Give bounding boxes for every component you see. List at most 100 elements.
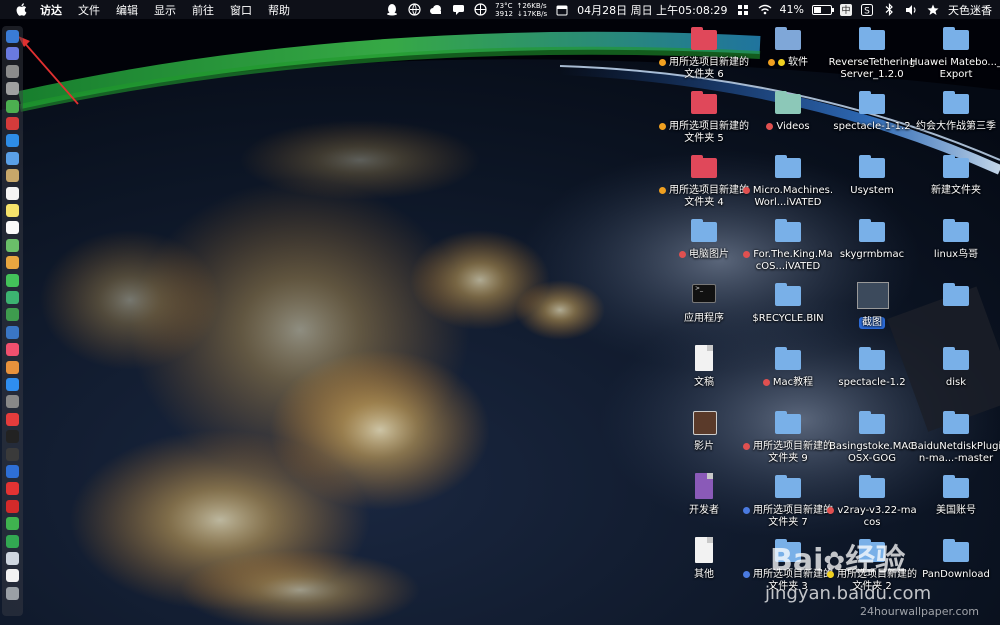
- desktop-item-5[interactable]: 用所选项目新建的文件夹 5: [658, 88, 750, 145]
- desktop-item-huawei-matebo-export[interactable]: Huawei Matebo..._Export: [910, 24, 1000, 81]
- desktop-item-name: 软件: [788, 57, 808, 68]
- dock-numbers-icon[interactable]: [6, 308, 19, 322]
- cpu-monitor[interactable]: 73°C ↑26KB/s 3912 ↓17KB/s: [495, 2, 547, 18]
- desktop-item-item-18[interactable]: 截图: [826, 280, 918, 329]
- dock-red-app-icon[interactable]: [6, 117, 19, 130]
- dock-messages-icon[interactable]: [6, 273, 19, 287]
- dock-app-store-icon[interactable]: [6, 378, 19, 391]
- menu-file[interactable]: 文件: [78, 2, 100, 18]
- desktop-item-name: disk: [945, 377, 967, 388]
- desktop-item-item-24[interactable]: 影片: [658, 408, 750, 453]
- dock-facetime-icon[interactable]: [6, 291, 19, 304]
- qq-icon[interactable]: [385, 3, 399, 17]
- calendar-icon[interactable]: [555, 3, 569, 17]
- desktop-item-disk[interactable]: disk: [910, 344, 1000, 389]
- bluetooth-icon[interactable]: [882, 3, 896, 17]
- apple-icon[interactable]: [14, 3, 28, 17]
- desktop-item-spectacle-1-1-2[interactable]: spectacle-1-1.2: [826, 88, 918, 133]
- desktop-item-baidunetdiskplugin-ma-master[interactable]: BaiduNetdiskPlugin-ma...-master: [910, 408, 1000, 465]
- dock-finder-icon[interactable]: [6, 30, 19, 43]
- user-name[interactable]: 天色迷香: [948, 2, 992, 18]
- desktop-item-spectacle-1-2[interactable]: spectacle-1.2: [826, 344, 918, 389]
- chat-icon[interactable]: [451, 3, 465, 17]
- s-icon[interactable]: S: [860, 3, 874, 17]
- desktop-item-pandownload[interactable]: PanDownload: [910, 536, 1000, 581]
- desktop-item-v2ray-v3-22-macos[interactable]: v2ray-v3.22-macos: [826, 472, 918, 529]
- desktop-item-for-the-king-macos-ivated[interactable]: For.The.King.MacOS...iVATED: [742, 216, 834, 273]
- dock-stamp-icon[interactable]: [6, 169, 19, 183]
- dock-document-icon[interactable]: [6, 569, 19, 583]
- desktop-item-6[interactable]: 用所选项目新建的文件夹 6: [658, 24, 750, 81]
- menu-edit[interactable]: 编辑: [116, 2, 138, 18]
- paw-icon: ✿: [823, 547, 846, 577]
- desktop-item-usystem[interactable]: Usystem: [826, 152, 918, 197]
- desktop-item-micro-machines-worl-ivated[interactable]: Micro.Machines.Worl...iVATED: [742, 152, 834, 209]
- desktop-item-folder[interactable]: [910, 280, 1000, 313]
- dock-launchpad-icon[interactable]: [6, 64, 19, 78]
- dock-yandex-icon[interactable]: [6, 482, 19, 496]
- battery-percent: 41%: [779, 3, 804, 16]
- dock-mail-icon[interactable]: [6, 151, 19, 165]
- desktop-item-linux[interactable]: linux鸟哥: [910, 216, 1000, 261]
- cloud-icon[interactable]: [429, 3, 443, 17]
- grid-icon[interactable]: [736, 3, 750, 17]
- dock-siri-icon[interactable]: [6, 47, 19, 61]
- dock-airdrop-icon[interactable]: [6, 552, 19, 565]
- desktop-item-videos[interactable]: Videos: [742, 88, 834, 133]
- dock-keynote-icon[interactable]: [6, 325, 19, 339]
- dock-trash-icon[interactable]: [6, 586, 19, 600]
- dock-notes-icon[interactable]: [6, 204, 19, 217]
- dock-wechat-icon[interactable]: [6, 517, 19, 531]
- color-tag: [659, 58, 666, 66]
- dock-books-icon[interactable]: [6, 360, 19, 374]
- volume-icon[interactable]: [904, 3, 918, 17]
- dock-activity-icon[interactable]: [6, 447, 19, 461]
- dock-vpn-icon[interactable]: [6, 465, 19, 478]
- desktop-item-item-20[interactable]: 文稿: [658, 344, 750, 389]
- dock-music-icon[interactable]: [6, 343, 19, 357]
- desktop-item-mac[interactable]: Mac教程: [742, 344, 834, 389]
- menu-finder[interactable]: 访达: [40, 2, 62, 18]
- desktop-item-basingstoke-macosx-gog[interactable]: Basingstoke.MACOSX-GOG: [826, 408, 918, 465]
- dock-reminders-icon[interactable]: [6, 221, 19, 235]
- input-method[interactable]: 中: [840, 3, 852, 16]
- menu-view[interactable]: 显示: [154, 2, 176, 18]
- dock-photos-icon[interactable]: [6, 256, 19, 270]
- desktop-item-item-7[interactable]: 约会大作战第三季: [910, 88, 1000, 133]
- desktop-item-reversetetheringserver-1-2-0[interactable]: ReverseTetheringServer_1.2.0: [826, 24, 918, 81]
- dock-netease-icon[interactable]: [6, 499, 19, 513]
- desktop-item-name: Videos: [776, 121, 810, 132]
- dock-rocket-icon[interactable]: [6, 82, 19, 96]
- dock-safari-icon[interactable]: [6, 134, 19, 148]
- battery-icon[interactable]: [812, 4, 834, 15]
- desktop-item-item-31[interactable]: 美国账号: [910, 472, 1000, 517]
- dock-preferences-icon[interactable]: [6, 395, 19, 409]
- dock-calendar-icon[interactable]: [6, 186, 19, 200]
- clock[interactable]: 04月28日 周日 上午05:08:29: [577, 2, 727, 18]
- desktop-item-item-12[interactable]: 电脑图片: [658, 216, 750, 261]
- desktop-item-recycle-bin[interactable]: $RECYCLE.BIN: [742, 280, 834, 325]
- desktop-item-item-28[interactable]: 开发者: [658, 472, 750, 517]
- dock-terminal-icon[interactable]: [6, 430, 19, 444]
- desktop-item-7[interactable]: 用所选项目新建的文件夹 7: [742, 472, 834, 529]
- menu-go[interactable]: 前往: [192, 2, 214, 18]
- dock-android-icon[interactable]: [6, 99, 19, 113]
- desktop-item-item-11[interactable]: 新建文件夹: [910, 152, 1000, 197]
- desktop-item-item-16[interactable]: >_ 应用程序: [658, 280, 750, 325]
- wifi-icon[interactable]: [758, 3, 772, 17]
- star-icon[interactable]: [926, 3, 940, 17]
- network-icon[interactable]: [473, 3, 487, 17]
- desktop-item-skygrmbmac[interactable]: skygrmbmac: [826, 216, 918, 261]
- desktop-item-9[interactable]: 用所选项目新建的文件夹 9: [742, 408, 834, 465]
- dock-green-app-icon[interactable]: [6, 534, 19, 548]
- desktop-item-name: v2ray-v3.22-macos: [837, 505, 917, 528]
- desktop-item-item-32[interactable]: 其他: [658, 536, 750, 581]
- desktop-item-item-1[interactable]: 软件: [742, 24, 834, 69]
- desktop-item-name: 美国账号: [936, 505, 976, 516]
- dock-vivaldi-icon[interactable]: [6, 412, 19, 426]
- dock-maps-icon[interactable]: [6, 238, 19, 252]
- desktop-item-4[interactable]: 用所选项目新建的文件夹 4: [658, 152, 750, 209]
- menu-window[interactable]: 窗口: [230, 2, 252, 18]
- menu-help[interactable]: 帮助: [268, 2, 290, 18]
- globe-icon[interactable]: [407, 3, 421, 17]
